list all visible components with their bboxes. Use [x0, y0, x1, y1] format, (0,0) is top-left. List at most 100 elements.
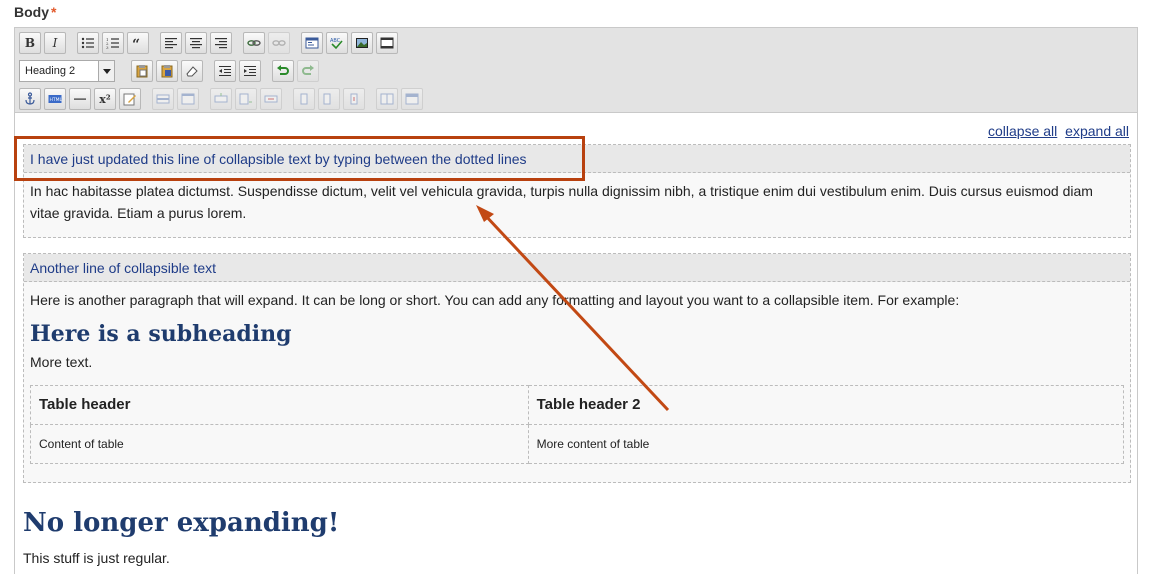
col-after-icon	[323, 93, 331, 105]
link-button[interactable]	[243, 32, 265, 54]
media-button[interactable]	[376, 32, 398, 54]
delete-row-icon	[264, 95, 278, 103]
insert-row-before-button[interactable]	[210, 88, 232, 110]
table-header-cell[interactable]: Table header 2	[527, 385, 1125, 425]
undo-button[interactable]	[272, 60, 294, 82]
anchor-icon	[25, 92, 35, 105]
split-cells-button[interactable]	[376, 88, 398, 110]
indent-button[interactable]	[239, 60, 261, 82]
edit-source-button[interactable]	[119, 88, 141, 110]
required-marker: *	[51, 4, 57, 20]
bold-icon: B	[24, 36, 36, 50]
collapsible-body[interactable]: In hac habitasse platea dictumst. Suspen…	[24, 173, 1130, 231]
grid-icon	[380, 37, 394, 49]
paste-word-button[interactable]	[156, 60, 178, 82]
subheading[interactable]: Here is a subheading	[30, 323, 1124, 345]
paste-text-button[interactable]	[131, 60, 153, 82]
unlink-icon	[272, 40, 286, 46]
blockquote-button[interactable]: “	[127, 32, 149, 54]
paste-word-icon	[161, 65, 173, 78]
bulleted-list-icon	[81, 37, 94, 49]
align-right-icon	[215, 38, 227, 49]
edit-icon	[123, 93, 136, 106]
align-center-button[interactable]	[185, 32, 207, 54]
paste-icon	[136, 65, 148, 78]
insert-col-after-button[interactable]	[318, 88, 340, 110]
toolbar-row-1: B I 123 “ ABC	[19, 32, 401, 54]
delete-col-button[interactable]	[343, 88, 365, 110]
numbered-list-icon: 123	[106, 37, 119, 50]
merge-cells-icon	[405, 93, 419, 105]
split-cells-icon	[380, 93, 394, 105]
collapsible-title[interactable]: I have just updated this line of collaps…	[24, 145, 1130, 173]
outdent-button[interactable]	[214, 60, 236, 82]
link-icon	[247, 40, 261, 46]
collapsible-paragraph[interactable]: Here is another paragraph that will expa…	[30, 289, 1124, 311]
table-cell[interactable]: More content of table	[527, 424, 1125, 464]
row-before-icon	[214, 93, 228, 103]
editor-toolbar: B I 123 “ ABC Heading 2 HTML x²	[15, 28, 1137, 113]
more-text[interactable]: More text.	[30, 351, 1124, 373]
align-right-button[interactable]	[210, 32, 232, 54]
numbered-list-button[interactable]: 123	[102, 32, 124, 54]
content-table: Table header Table header 2 Content of t…	[30, 385, 1125, 464]
redo-icon	[302, 65, 314, 75]
field-label-text: Body	[14, 4, 49, 20]
delete-row-button[interactable]	[260, 88, 282, 110]
redo-button[interactable]	[297, 60, 319, 82]
outdent-icon	[219, 66, 231, 76]
italic-button[interactable]: I	[44, 32, 66, 54]
collapsible-title[interactable]: Another line of collapsible text	[24, 254, 1130, 282]
collapsible-item: Another line of collapsible text Here is…	[23, 253, 1131, 483]
table-row-insert-button[interactable]	[152, 88, 174, 110]
chevron-down-icon	[98, 61, 114, 81]
insert-row-after-button[interactable]	[235, 88, 257, 110]
toolbar-row-3: HTML x²	[19, 88, 426, 110]
toolbar-row-2: Heading 2	[19, 60, 322, 82]
table-properties-button[interactable]	[177, 88, 199, 110]
spellcheck-icon: ABC	[330, 38, 343, 50]
quote-icon: “	[132, 37, 140, 50]
template-icon	[305, 37, 319, 49]
regular-heading[interactable]: No longer expanding!	[23, 508, 339, 538]
image-icon	[356, 38, 368, 48]
editor-content[interactable]: collapse all expand all I have just upda…	[15, 114, 1137, 574]
table-cell[interactable]: Content of table	[30, 424, 529, 464]
align-left-button[interactable]	[160, 32, 182, 54]
merge-cells-button[interactable]	[401, 88, 423, 110]
regular-paragraph[interactable]: This stuff is just regular.	[23, 550, 170, 566]
svg-text:HTML: HTML	[50, 97, 63, 103]
table-header-row: Table header Table header 2	[30, 385, 1125, 425]
rich-text-editor: B I 123 “ ABC Heading 2 HTML x² collapse…	[14, 27, 1138, 574]
svg-text:“: “	[132, 37, 140, 50]
collapse-all-link[interactable]: collapse all	[988, 123, 1057, 139]
anchor-button[interactable]	[19, 88, 41, 110]
table-row: Content of table More content of table	[30, 424, 1125, 464]
horizontal-rule-icon	[74, 98, 86, 100]
svg-text:3: 3	[106, 45, 109, 50]
insert-col-before-button[interactable]	[293, 88, 315, 110]
superscript-button[interactable]: x²	[94, 88, 116, 110]
table-properties-icon	[181, 93, 195, 105]
source-button[interactable]: HTML	[44, 88, 66, 110]
bulleted-list-button[interactable]	[77, 32, 99, 54]
expand-all-link[interactable]: expand all	[1065, 123, 1129, 139]
bold-button[interactable]: B	[19, 32, 41, 54]
format-select-value: Heading 2	[25, 65, 76, 77]
collapsible-item: I have just updated this line of collaps…	[23, 144, 1131, 238]
unlink-button[interactable]	[268, 32, 290, 54]
table-icon	[156, 94, 170, 104]
toggle-links: collapse all expand all	[984, 123, 1129, 139]
align-center-icon	[190, 38, 202, 49]
horizontal-rule-button[interactable]	[69, 88, 91, 110]
spellcheck-button[interactable]: ABC	[326, 32, 348, 54]
body-field-label: Body *	[14, 4, 56, 20]
templates-button[interactable]	[301, 32, 323, 54]
table-header-cell[interactable]: Table header	[30, 385, 529, 425]
collapsible-body: Here is another paragraph that will expa…	[24, 282, 1130, 471]
image-button[interactable]	[351, 32, 373, 54]
remove-format-button[interactable]	[181, 60, 203, 82]
format-select[interactable]: Heading 2	[19, 60, 115, 82]
col-before-icon	[300, 93, 308, 105]
italic-icon: I	[52, 36, 58, 50]
